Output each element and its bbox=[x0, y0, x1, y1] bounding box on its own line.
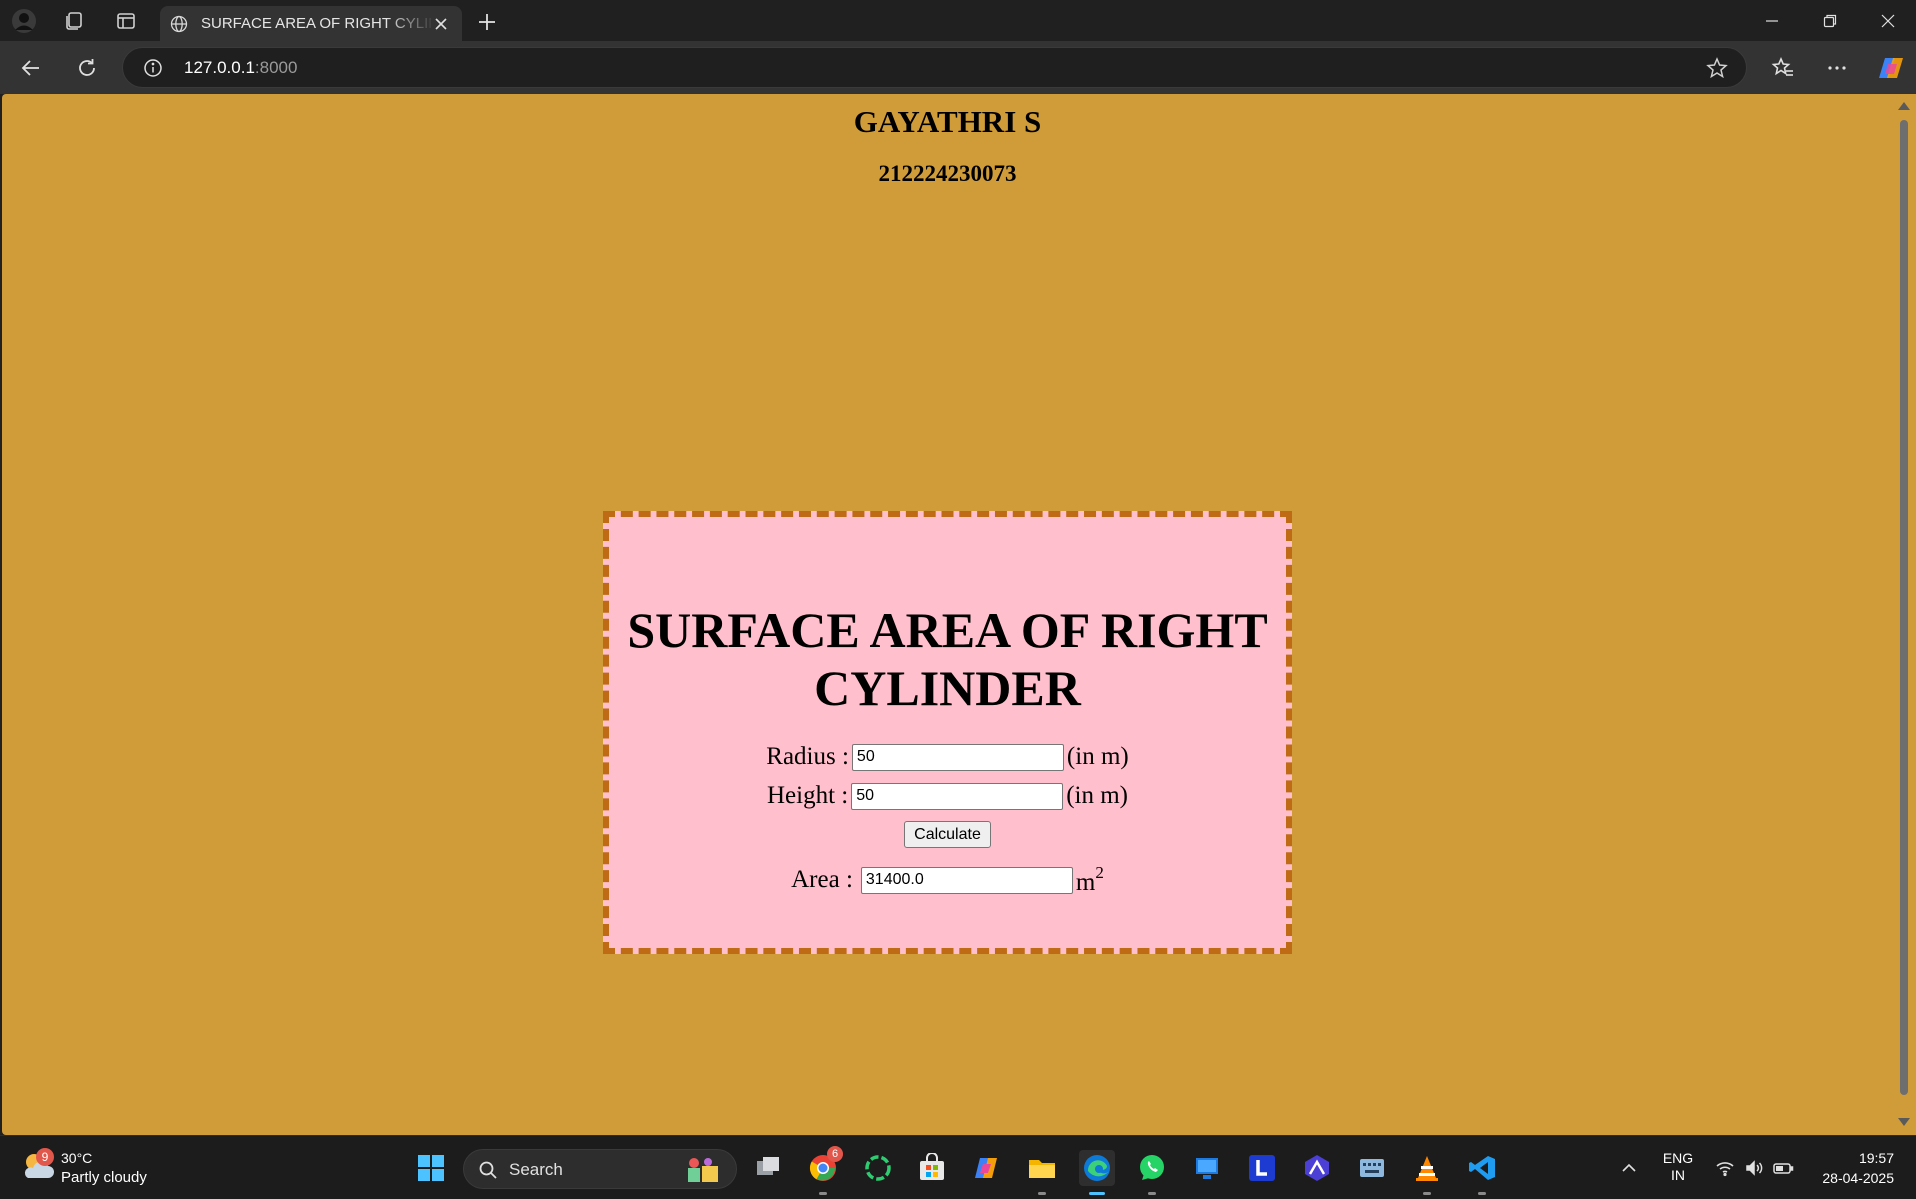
back-icon[interactable] bbox=[17, 54, 45, 82]
scroll-down-arrow-icon[interactable] bbox=[1898, 1118, 1910, 1126]
edge-icon[interactable] bbox=[1079, 1150, 1115, 1195]
radius-unit: (in m) bbox=[1066, 743, 1129, 770]
page-title: SURFACE AREA OF RIGHT CYLINDER bbox=[627, 602, 1268, 716]
favorites-icon[interactable] bbox=[1768, 53, 1798, 83]
green-circle-app-icon[interactable] bbox=[860, 1150, 896, 1186]
chrome-icon[interactable]: 6 bbox=[805, 1146, 843, 1195]
language-region: IN bbox=[1671, 1167, 1685, 1183]
copilot-app-icon[interactable] bbox=[969, 1150, 1005, 1186]
running-indicator bbox=[1038, 1192, 1046, 1195]
area-row: Area : m2 bbox=[609, 863, 1286, 897]
task-view-icon[interactable] bbox=[750, 1150, 786, 1186]
radius-row: Radius : (in m) bbox=[609, 743, 1286, 771]
microsoft-store-icon[interactable] bbox=[914, 1150, 950, 1186]
active-indicator bbox=[1089, 1192, 1105, 1195]
show-hidden-icons-chevron-up-icon[interactable] bbox=[1619, 1158, 1639, 1178]
minimize-icon[interactable] bbox=[1752, 8, 1792, 34]
area-label: Area : bbox=[791, 866, 853, 893]
volume-icon[interactable] bbox=[1743, 1157, 1765, 1179]
url-text[interactable]: 127.0.0.1:8000 bbox=[184, 58, 297, 78]
language-code: ENG bbox=[1662, 1150, 1694, 1166]
calculate-button[interactable]: Calculate bbox=[904, 821, 991, 848]
search-highlight-art-icon bbox=[688, 1158, 718, 1182]
start-button-icon[interactable] bbox=[413, 1150, 449, 1186]
battery-icon[interactable] bbox=[1772, 1157, 1794, 1179]
refresh-icon[interactable] bbox=[73, 54, 101, 82]
whatsapp-icon[interactable] bbox=[1134, 1150, 1170, 1195]
area-unit: m2 bbox=[1076, 863, 1104, 897]
workspaces-icon[interactable] bbox=[61, 8, 87, 34]
running-indicator bbox=[819, 1192, 827, 1195]
restore-icon[interactable] bbox=[1810, 8, 1850, 34]
clock-time[interactable]: 19:57 bbox=[1800, 1150, 1894, 1167]
area-unit-base: m bbox=[1075, 869, 1096, 896]
url-port: :8000 bbox=[254, 58, 298, 77]
scroll-up-arrow-icon[interactable] bbox=[1898, 102, 1910, 110]
new-tab-icon[interactable] bbox=[475, 10, 499, 34]
height-label: Height : bbox=[766, 782, 849, 809]
close-window-icon[interactable] bbox=[1868, 8, 1908, 34]
vlc-icon[interactable] bbox=[1409, 1150, 1445, 1195]
author-name: GAYATHRI S bbox=[853, 104, 1042, 139]
site-info-icon[interactable] bbox=[143, 58, 163, 78]
area-output[interactable] bbox=[860, 866, 1073, 894]
copilot-icon[interactable] bbox=[1876, 53, 1906, 83]
tab-title-fade bbox=[385, 6, 435, 41]
running-indicator bbox=[1423, 1192, 1431, 1195]
search-icon bbox=[479, 1161, 497, 1179]
vscode-icon[interactable] bbox=[1464, 1150, 1500, 1195]
weather-badge: 9 bbox=[36, 1148, 54, 1166]
area-unit-exponent: 2 bbox=[1095, 863, 1104, 882]
calculator-card: SURFACE AREA OF RIGHT CYLINDER Radius : … bbox=[603, 511, 1292, 954]
windows-app-icon[interactable] bbox=[1189, 1150, 1225, 1186]
height-unit: (in m) bbox=[1066, 782, 1129, 809]
height-input[interactable] bbox=[851, 782, 1064, 810]
close-tab-icon[interactable] bbox=[432, 15, 450, 33]
height-row: Height : (in m) bbox=[609, 782, 1286, 810]
running-indicator bbox=[1478, 1192, 1486, 1195]
profile-avatar-icon[interactable] bbox=[11, 8, 37, 34]
globe-icon bbox=[170, 15, 188, 33]
affinity-app-icon[interactable] bbox=[1299, 1150, 1335, 1186]
scrollbar-thumb[interactable] bbox=[1900, 120, 1908, 1095]
running-indicator bbox=[1148, 1192, 1156, 1195]
l-app-icon[interactable] bbox=[1244, 1150, 1280, 1186]
favorite-star-icon[interactable] bbox=[1706, 57, 1728, 79]
taskbar-search[interactable]: Search bbox=[463, 1149, 737, 1189]
browser-titlebar: SURFACE AREA OF RIGHT CYLINDER bbox=[0, 0, 1916, 41]
search-label: Search bbox=[509, 1160, 563, 1179]
radius-input[interactable] bbox=[851, 743, 1064, 771]
tab-active[interactable]: SURFACE AREA OF RIGHT CYLINDER bbox=[160, 6, 462, 41]
clock-date[interactable]: 28-04-2025 bbox=[1800, 1170, 1894, 1187]
chrome-badge: 6 bbox=[827, 1146, 843, 1162]
page-viewport: GAYATHRI S 212224230073 SURFACE AREA OF … bbox=[2, 94, 1893, 1135]
address-bar[interactable]: 127.0.0.1:8000 bbox=[122, 47, 1747, 88]
more-options-icon[interactable] bbox=[1822, 53, 1852, 83]
page-scrollbar[interactable] bbox=[1893, 94, 1916, 1135]
weather-temperature[interactable]: 30°C bbox=[61, 1149, 92, 1167]
weather-description[interactable]: Partly cloudy bbox=[61, 1169, 147, 1187]
windows-taskbar: 9 30°C Partly cloudy Search 6 ENG IN 19:… bbox=[0, 1135, 1916, 1199]
file-explorer-icon[interactable] bbox=[1024, 1150, 1060, 1195]
browser-toolbar: 127.0.0.1:8000 bbox=[0, 41, 1916, 94]
vertical-tabs-icon[interactable] bbox=[113, 8, 139, 34]
calculate-row: Calculate bbox=[609, 821, 1286, 848]
url-host: 127.0.0.1 bbox=[184, 58, 255, 77]
wifi-icon[interactable] bbox=[1714, 1157, 1736, 1179]
radius-label: Radius : bbox=[766, 743, 849, 770]
register-number: 212224230073 bbox=[878, 161, 1017, 186]
input-language[interactable]: ENG IN bbox=[1661, 1150, 1695, 1184]
keyboard-app-icon[interactable] bbox=[1354, 1150, 1390, 1186]
